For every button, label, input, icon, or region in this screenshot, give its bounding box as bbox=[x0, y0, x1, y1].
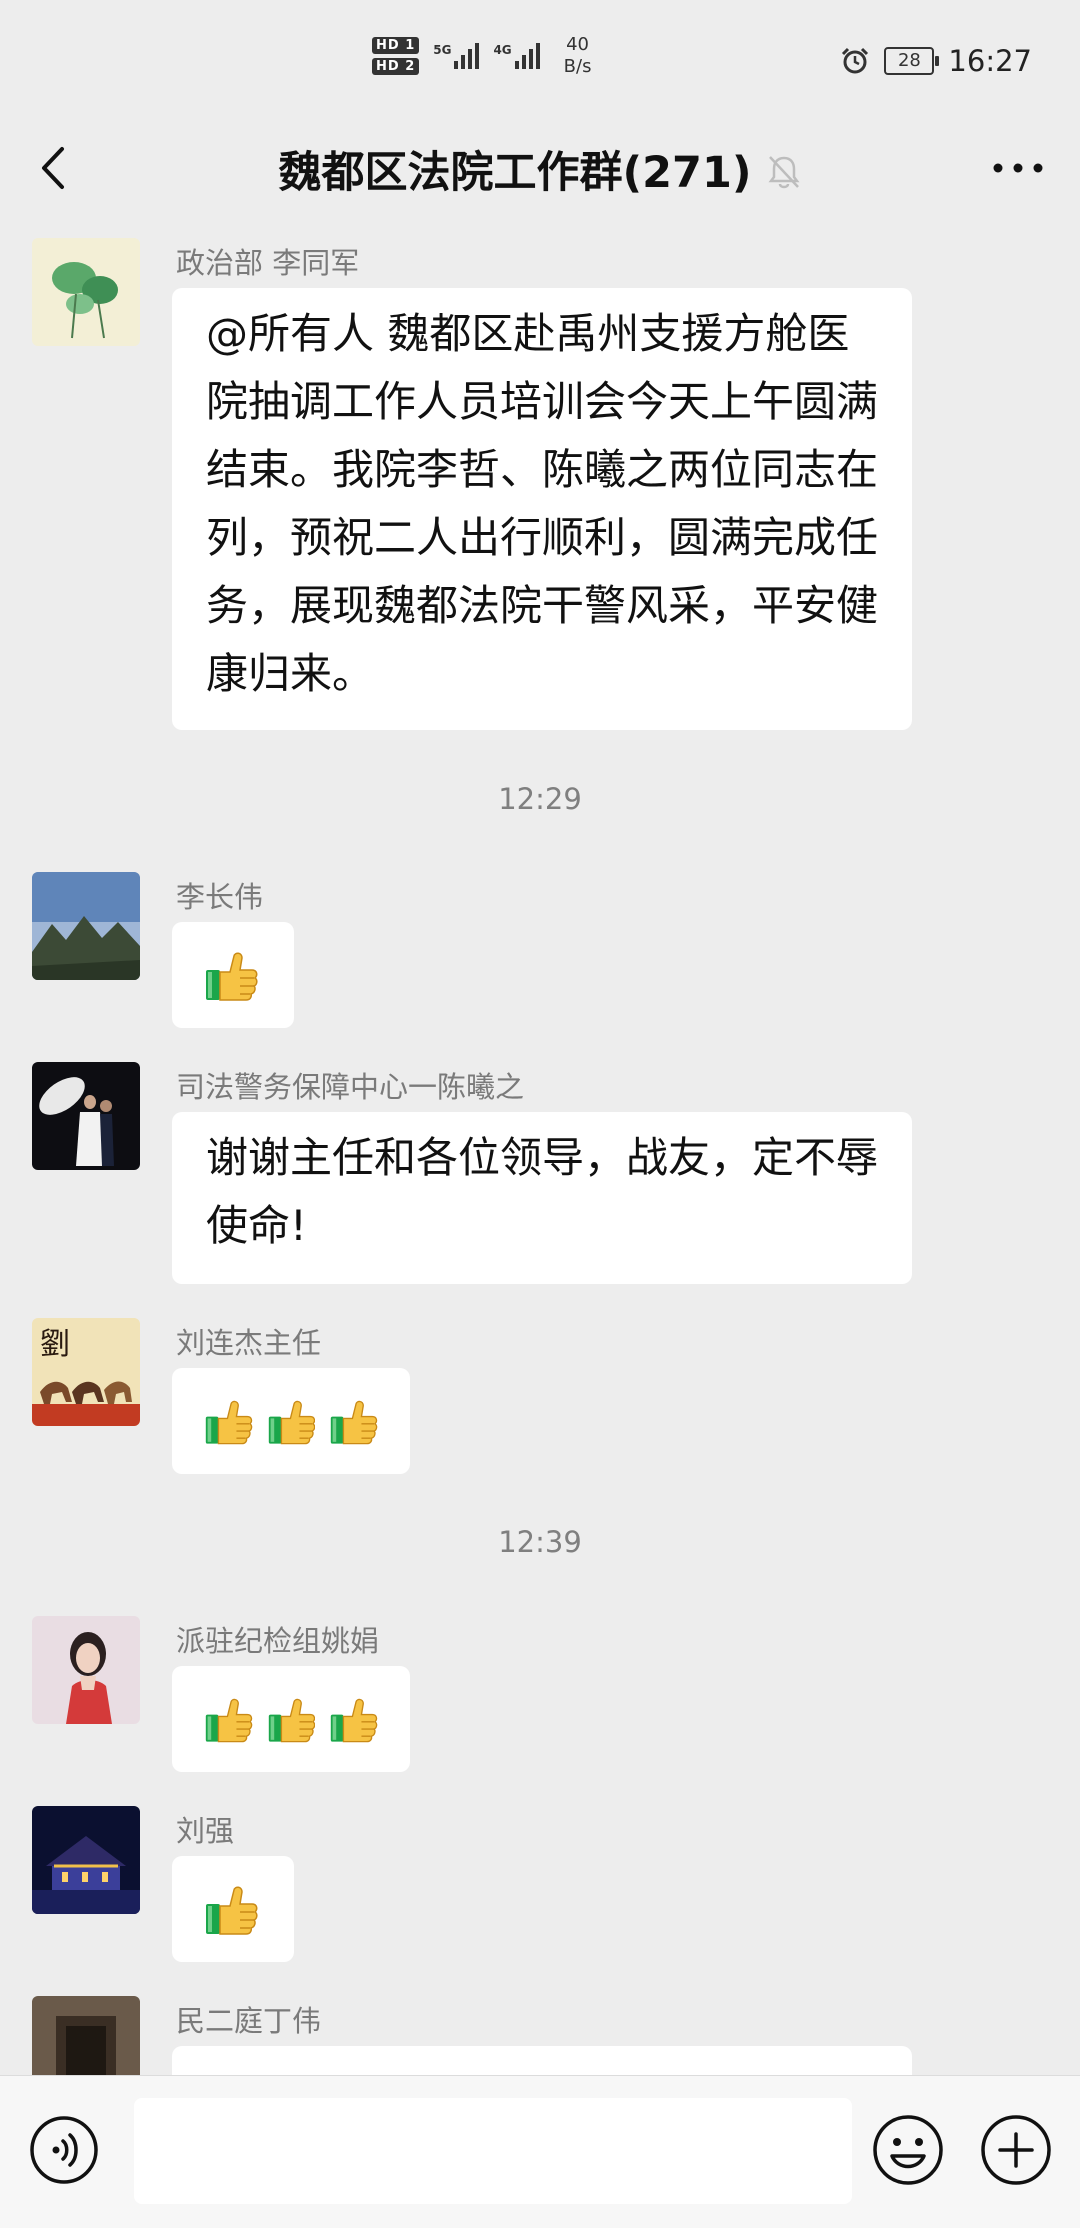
svg-text:劉: 劉 bbox=[40, 1327, 70, 1362]
chat-header: 魏都区法院工作群(271) bbox=[0, 126, 1080, 208]
sim2-badge: HD 2 bbox=[372, 58, 420, 75]
network-indicators: HD 1 HD 2 5G 4G 40 B/s bbox=[372, 34, 591, 78]
status-right: 28 16:27 bbox=[840, 44, 1032, 78]
battery-indicator: 28 bbox=[884, 47, 940, 75]
thumbs-up-icon bbox=[204, 1396, 253, 1448]
sim-indicators: HD 1 HD 2 bbox=[372, 37, 420, 75]
emoji-row bbox=[172, 922, 294, 1002]
thumbs-up-icon bbox=[329, 1396, 378, 1448]
message-bubble[interactable] bbox=[172, 1666, 410, 1772]
network-speed: 40 B/s bbox=[564, 34, 592, 78]
thumbs-up-icon bbox=[204, 1694, 253, 1746]
sender-name: 政治部 李同军 bbox=[176, 246, 360, 280]
speed-value: 40 bbox=[566, 34, 589, 55]
message-bubble[interactable]: 谢谢主任和各位领导，战友，定不辱使命! bbox=[172, 1112, 912, 1284]
time-separator: 12:29 bbox=[498, 782, 582, 816]
title-wrap: 魏都区法院工作群(271) bbox=[0, 138, 1080, 200]
message-bubble[interactable]: @所有人 魏都区赴禹州支援方舱医院抽调工作人员培训会今天上午圆满结束。我院李哲、… bbox=[172, 288, 912, 730]
avatar[interactable] bbox=[32, 1806, 140, 1914]
avatar[interactable]: 劉 bbox=[32, 1318, 140, 1426]
avatar[interactable] bbox=[32, 872, 140, 980]
status-bar: HD 1 HD 2 5G 4G 40 B/s 28 16:27 bbox=[0, 0, 1080, 126]
thumbs-up-icon bbox=[204, 1884, 258, 1936]
message-bubble[interactable] bbox=[172, 1368, 410, 1474]
thumbs-up-icon bbox=[329, 1694, 378, 1746]
message-bubble[interactable] bbox=[172, 922, 294, 1028]
thumbs-up-icon bbox=[267, 1694, 316, 1746]
avatar[interactable] bbox=[32, 1062, 140, 1170]
sender-name: 司法警务保障中心一陈曦之 bbox=[176, 1070, 525, 1104]
alarm-icon bbox=[842, 47, 869, 74]
avatar[interactable] bbox=[32, 1616, 140, 1724]
emoji-row bbox=[172, 1856, 294, 1936]
voice-icon[interactable] bbox=[28, 2114, 100, 2186]
sender-name: 刘连杰主任 bbox=[176, 1326, 322, 1360]
plus-icon[interactable] bbox=[978, 2112, 1054, 2188]
chat-title: 魏都区法院工作群(271) bbox=[278, 148, 752, 198]
thumbs-up-icon bbox=[204, 950, 258, 1002]
message-bubble[interactable] bbox=[172, 1856, 294, 1962]
net1-label: 5G bbox=[433, 43, 452, 57]
message-text: @所有人 魏都区赴禹州支援方舱医院抽调工作人员培训会今天上午圆满结束。我院李哲、… bbox=[206, 309, 879, 698]
sender-name: 派驻纪检组姚娟 bbox=[176, 1624, 380, 1658]
emoji-row bbox=[172, 1666, 410, 1746]
emoji-icon[interactable] bbox=[870, 2112, 946, 2188]
thumbs-up-icon bbox=[267, 1396, 316, 1448]
more-icon[interactable] bbox=[990, 150, 1046, 186]
sim1-badge: HD 1 bbox=[372, 37, 420, 54]
sender-name: 刘强 bbox=[176, 1814, 235, 1848]
speed-unit: B/s bbox=[563, 56, 592, 77]
status-time: 16:27 bbox=[948, 44, 1032, 78]
sender-name: 李长伟 bbox=[176, 880, 264, 914]
avatar[interactable] bbox=[32, 238, 140, 346]
net2-label: 4G bbox=[493, 43, 512, 57]
signal-4g: 4G bbox=[493, 43, 540, 69]
signal-5g: 5G bbox=[433, 43, 480, 69]
mute-bell-icon bbox=[768, 156, 800, 189]
sender-name: 民二庭丁伟 bbox=[176, 2004, 322, 2038]
time-separator: 12:39 bbox=[498, 1525, 582, 1559]
message-input[interactable] bbox=[134, 2098, 852, 2204]
emoji-row bbox=[172, 1368, 410, 1448]
message-text: 谢谢主任和各位领导，战友，定不辱使命! bbox=[206, 1133, 879, 1250]
input-bar bbox=[0, 2075, 1080, 2228]
